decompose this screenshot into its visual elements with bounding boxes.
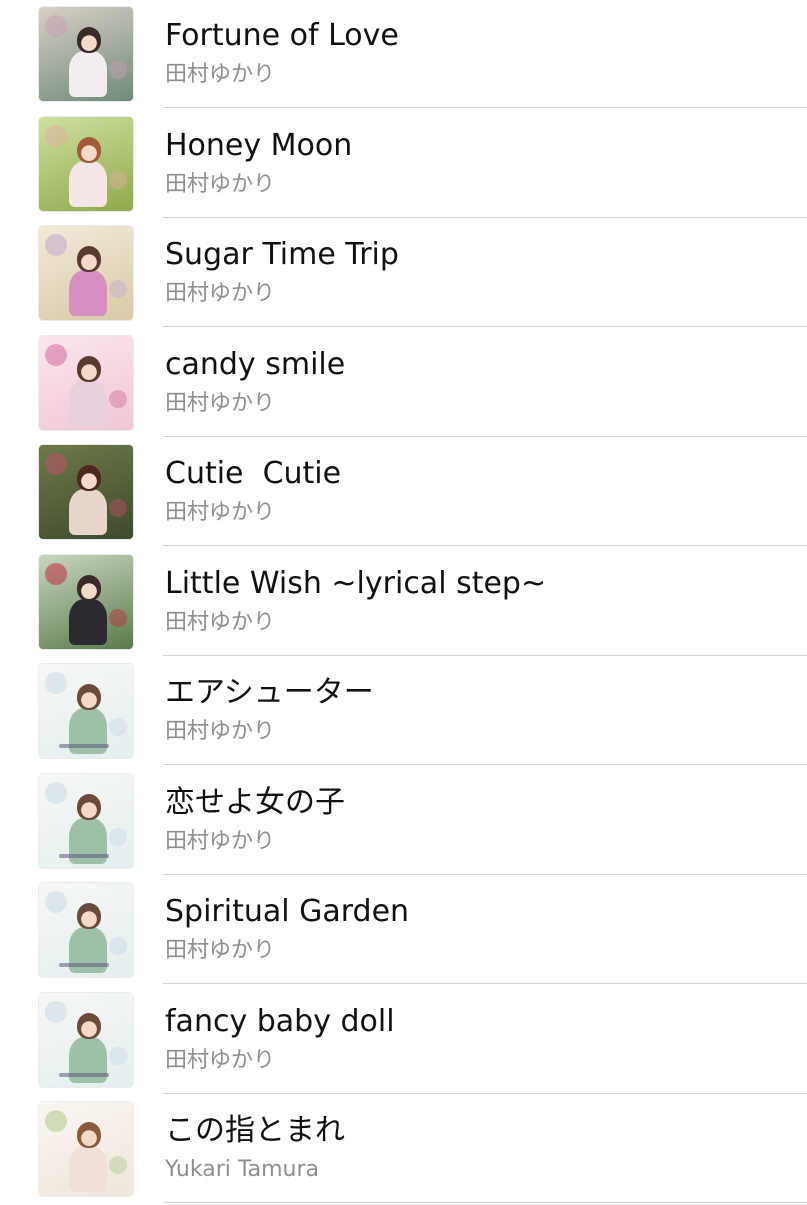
song-artist: 田村ゆかり (165, 829, 276, 854)
song-artist: 田村ゆかり (165, 172, 276, 197)
row-divider (163, 655, 807, 656)
album-art-flower-wreath (39, 1102, 133, 1196)
song-title: Cutie Cutie (165, 456, 342, 491)
album-art-rose-garden (39, 555, 133, 649)
song-row[interactable]: Little Wish ~lyrical step~ 田村ゆかり (0, 548, 807, 658)
song-artist: 田村ゆかり (165, 938, 276, 963)
song-row[interactable]: fancy baby doll 田村ゆかり (0, 986, 807, 1096)
song-artist: Yukari Tamura (165, 1157, 320, 1182)
row-divider (163, 217, 807, 218)
song-artist: 田村ゆかり (165, 610, 276, 635)
album-art-pastel-garden (39, 883, 133, 977)
row-divider (163, 326, 807, 327)
song-artist: 田村ゆかり (165, 391, 276, 416)
song-title: Sugar Time Trip (165, 237, 399, 272)
song-list: Fortune of Love 田村ゆかり Honey Moon 田村ゆかり Sugar… (0, 0, 807, 1203)
song-row[interactable]: この指とまれ Yukari Tamura (0, 1095, 807, 1205)
album-art-dark-garden (39, 445, 133, 539)
row-divider (163, 107, 807, 108)
song-title: Honey Moon (165, 128, 353, 163)
row-divider (163, 1093, 807, 1094)
album-art-garden-lawn (39, 117, 133, 211)
song-artist: 田村ゆかり (165, 1048, 276, 1073)
song-artist: 田村ゆかり (165, 500, 276, 525)
song-row[interactable]: candy smile 田村ゆかり (0, 329, 807, 439)
album-art-pink-room (39, 226, 133, 320)
album-art-pastel-garden (39, 993, 133, 1087)
row-divider (163, 983, 807, 984)
song-title: この指とまれ (165, 1113, 345, 1148)
row-divider (163, 764, 807, 765)
album-art-pastel-garden (39, 774, 133, 868)
song-title: Fortune of Love (165, 18, 399, 53)
song-row[interactable]: 恋せよ女の子田村ゆかり (0, 767, 807, 877)
song-title: 恋せよ女の子 (165, 785, 345, 820)
row-divider (163, 436, 807, 437)
album-art-pastel-garden (39, 664, 133, 758)
song-artist: 田村ゆかり (165, 281, 276, 306)
song-row[interactable]: エアシューター田村ゆかり (0, 657, 807, 767)
album-art-parasol-girl (39, 7, 133, 101)
song-row[interactable]: Spiritual Garden 田村ゆかり (0, 876, 807, 986)
song-row[interactable]: Fortune of Love 田村ゆかり (0, 0, 807, 110)
song-row[interactable]: Cutie Cutie 田村ゆかり (0, 438, 807, 548)
row-divider (163, 874, 807, 875)
song-title: fancy baby doll (165, 1004, 395, 1039)
row-divider (163, 545, 807, 546)
row-divider (163, 1202, 807, 1203)
album-art-candy-pink (39, 336, 133, 430)
song-artist: 田村ゆかり (165, 719, 276, 744)
song-title: candy smile (165, 347, 346, 382)
song-title: Little Wish ~lyrical step~ (165, 566, 547, 601)
song-title: Spiritual Garden (165, 894, 410, 929)
song-title: エアシューター (165, 675, 374, 710)
song-artist: 田村ゆかり (165, 62, 276, 87)
song-row[interactable]: Honey Moon 田村ゆかり (0, 110, 807, 220)
song-row[interactable]: Sugar Time Trip 田村ゆかり (0, 219, 807, 329)
